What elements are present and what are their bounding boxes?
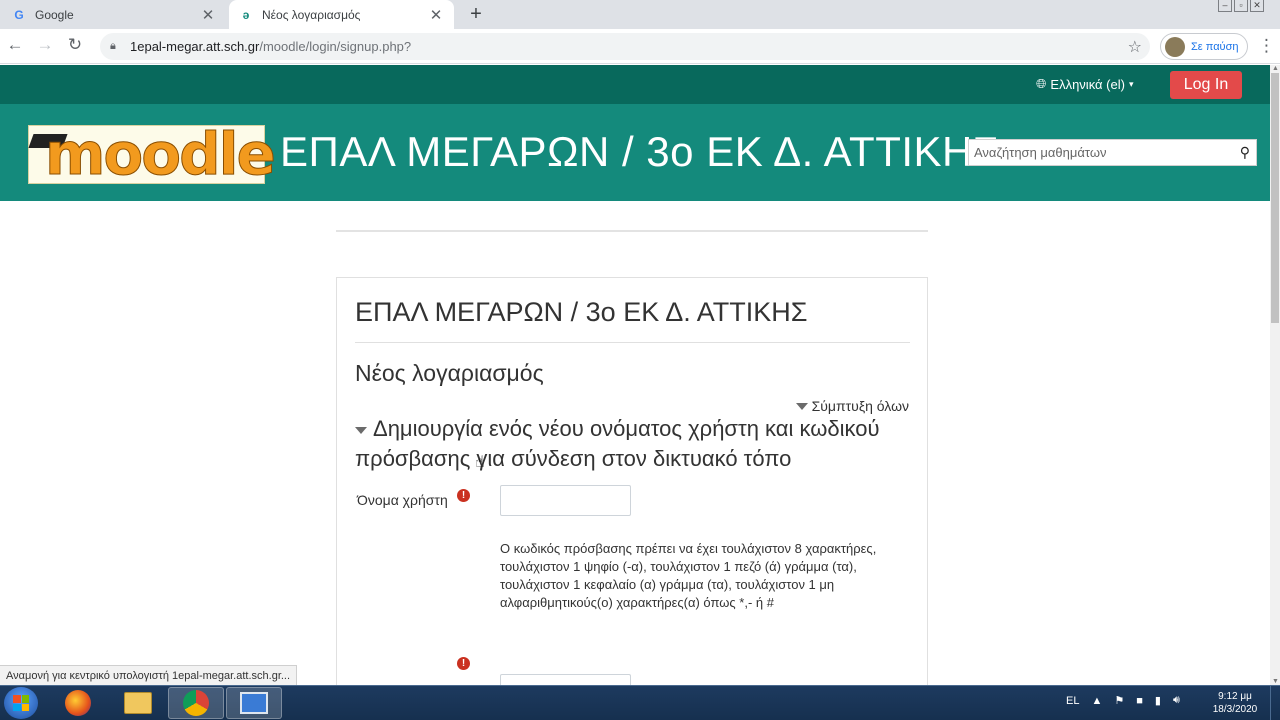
signup-card: ΕΠΑΛ ΜΕΓΑΡΩΝ / 3ο ΕΚ Δ. ΑΤΤΙΚΗΣ Νέος λογ… [336,277,928,698]
profile-label: Σε παύση [1191,40,1239,53]
browser-tabstrip: G Google ✕ ә Νέος λογαριασμός ✕ + – ▫ ✕ [0,0,1280,29]
chrome-icon [183,690,209,716]
search-icon[interactable]: ⚲ [1240,144,1250,161]
taskbar-remote-desktop[interactable] [226,687,282,719]
action-center-flag-icon[interactable]: ⚑ [1114,694,1124,707]
folder-icon [124,692,152,714]
window-controls: – ▫ ✕ [1218,0,1264,12]
tab-title: Google [35,7,74,22]
antivirus-icon[interactable]: ■ [1136,695,1143,707]
collapse-all-link[interactable]: Σύμπτυξη όλων [795,398,909,414]
clock-time: 9:12 μμ [1218,691,1252,702]
scroll-down-icon[interactable]: ▼ [1272,678,1279,685]
caret-down-icon [795,402,808,410]
back-icon[interactable]: ← [5,35,25,55]
username-field[interactable] [500,485,631,516]
restore-icon[interactable]: ▫ [1234,0,1248,12]
divider [336,230,928,232]
scroll-thumb[interactable] [1271,73,1279,323]
password-hint: Ο κωδικός πρόσβασης πρέπει να έχει τουλά… [500,541,877,610]
bookmark-star-icon[interactable]: ☆ [1128,37,1142,57]
scroll-up-icon[interactable]: ▲ [1272,65,1279,72]
volume-icon[interactable]: 🔊︎ [1173,694,1180,707]
divider [355,342,910,343]
show-desktop-button[interactable] [1270,686,1280,720]
close-icon[interactable]: ✕ [428,6,444,24]
show-hidden-icons-icon[interactable]: ▲ [1091,695,1102,707]
taskbar-clock[interactable]: 9:12 μμ 18/3/2020 [1210,690,1260,716]
url-path: /moodle/login/signup.php? [259,39,412,54]
profile-button[interactable]: Σε παύση [1160,33,1248,60]
windows-logo-icon [13,695,29,711]
language-label: Ελληνικά (el) [1050,76,1125,92]
required-icon: ! [457,489,470,502]
chevron-down-icon: ▾ [1128,78,1134,89]
network-icon[interactable]: ▮ [1155,694,1161,707]
start-button[interactable] [4,687,38,719]
browser-toolbar: ← → ↻ 🔒︎ 1epal-megar.att.sch.gr/moodle/l… [0,29,1280,64]
taskbar: EL ▲ ⚑ ■ ▮ 🔊︎ 9:12 μμ 18/3/2020 [0,685,1280,720]
google-g-icon: G [14,7,24,22]
forward-icon[interactable]: → [35,35,55,55]
caret-down-icon [355,426,367,434]
url-host: 1epal-megar.att.sch.gr [130,39,260,54]
globe-icon: 🌐︎ [1036,76,1047,91]
card-title: ΕΠΑΛ ΜΕΓΑΡΩΝ / 3ο ΕΚ Δ. ΑΤΤΙΚΗΣ [355,297,808,327]
clock-date: 18/3/2020 [1212,704,1258,715]
login-button[interactable]: Log In [1170,71,1242,99]
course-search-input[interactable]: Αναζήτηση μαθημάτων ⚲ [968,139,1257,166]
menu-kebab-icon[interactable]: ⋮ [1258,36,1275,56]
language-menu[interactable]: 🌐︎ Ελληνικά (el) ▾ [1036,76,1133,92]
tab-google[interactable]: G Google ✕ [2,0,226,29]
firefox-icon [65,690,91,716]
minimize-icon[interactable]: – [1218,0,1232,12]
section-heading-text: Δημιουργία ενός νέου ονόματος χρήστη και… [355,416,880,471]
required-icon: ! [457,657,470,670]
close-window-icon[interactable]: ✕ [1250,0,1264,12]
address-bar[interactable]: 🔒︎ 1epal-megar.att.sch.gr/moodle/login/s… [100,33,1150,60]
new-tab-icon[interactable]: + [466,3,486,26]
taskbar-explorer[interactable] [110,687,166,719]
tab-new-account[interactable]: ә Νέος λογαριασμός ✕ [229,0,454,29]
monitor-icon [240,692,268,714]
moodle-navbar: 🌐︎ Ελληνικά (el) ▾ Log In [0,65,1270,104]
search-placeholder: Αναζήτηση μαθημάτων [974,145,1107,160]
lock-icon: 🔒︎ [110,40,116,52]
input-language[interactable]: EL [1066,695,1079,707]
logo-text: moodle [45,120,277,189]
avatar [1165,36,1185,57]
site-title[interactable]: ΕΠΑΛ ΜΕΓΑΡΩΝ / 3ο ΕΚ Δ. ΑΤΤΙΚΗΣ [280,128,999,176]
username-label: Όνομα χρήστη [357,492,448,508]
site-header: moodle ΕΠΑΛ ΜΕΓΑΡΩΝ / 3ο ΕΚ Δ. ΑΤΤΙΚΗΣ Α… [0,104,1270,201]
moodle-m-icon: ә [242,7,250,22]
status-bar: Αναμονή για κεντρικό υπολογιστή 1epal-me… [0,665,298,685]
moodle-logo[interactable]: moodle [28,120,276,189]
taskbar-firefox[interactable] [50,687,106,719]
section-toggle[interactable]: Δημιουργία ενός νέου ονόματος χρήστη και… [355,414,915,474]
tab-title: Νέος λογαριασμός [262,7,361,22]
system-tray: EL ▲ ⚑ ■ ▮ 🔊︎ [1066,694,1180,707]
close-icon[interactable]: ✕ [200,6,216,24]
page-title: Νέος λογαριασμός [355,360,544,386]
collapse-all-label: Σύμπτυξη όλων [811,398,909,414]
page-scrollbar[interactable]: ▲ ▼ [1270,65,1280,685]
reload-icon[interactable]: ↻ [65,35,85,55]
hand-cursor-icon: ☝ [475,454,485,471]
taskbar-chrome[interactable] [168,687,224,719]
